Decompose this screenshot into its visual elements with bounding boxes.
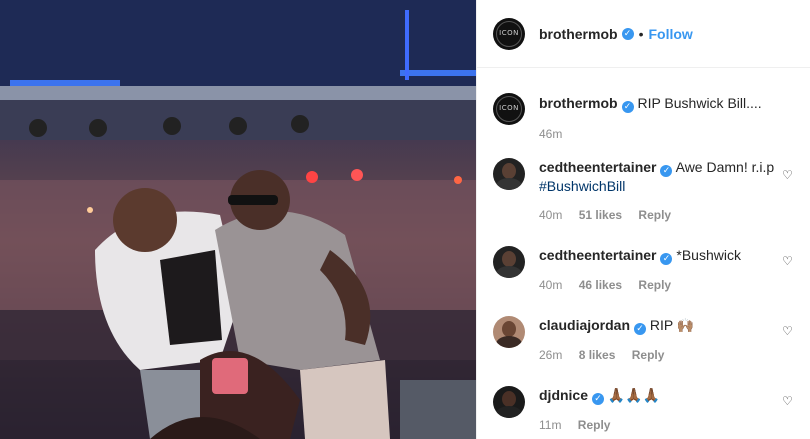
comment-username[interactable]: djdnice	[539, 387, 588, 403]
comment-text-line: cedtheentertainer ✓ *Bushwick	[539, 246, 794, 265]
author-avatar[interactable]: ICON	[493, 17, 525, 50]
avatar-body	[496, 266, 522, 278]
commenter-avatar[interactable]	[493, 316, 525, 348]
heart-outline-icon[interactable]: ♡	[782, 254, 794, 268]
avatar-mark: ICON	[499, 28, 519, 37]
concert-photo-illustration	[0, 0, 476, 439]
comment-text: 🙏🏾🙏🏾🙏🏾	[607, 387, 661, 403]
comment-body: djdnice ✓ 🙏🏾🙏🏾🙏🏾 11m Reply	[539, 386, 794, 432]
reply-button[interactable]: Reply	[578, 418, 611, 432]
comment-meta: 40m 51 likes Reply	[539, 208, 794, 222]
avatar-head	[502, 163, 516, 179]
comment-text-line: claudiajordan ✓ RIP 🙌🏽	[539, 316, 794, 335]
commenter-avatar[interactable]	[493, 158, 525, 190]
verified-badge-icon: ✓	[634, 323, 647, 335]
caption-text: RIP Bushwick Bill....	[637, 95, 762, 111]
comment-meta: 26m 8 likes Reply	[539, 348, 794, 362]
caption-text-line: brothermob ✓ RIP Bushwick Bill....	[539, 94, 794, 113]
heart-outline-icon[interactable]: ♡	[782, 324, 794, 338]
follow-button[interactable]: Follow	[648, 26, 692, 42]
commenter-avatar[interactable]	[493, 246, 525, 278]
verified-badge-icon: ✓	[660, 165, 673, 177]
comment-item: cedtheentertainer ✓ Awe Damn! r.i.p #Bush…	[493, 158, 794, 222]
avatar-body	[496, 178, 522, 190]
comment-body: cedtheentertainer ✓ *Bushwick 40m 46 like…	[539, 246, 794, 292]
comment-likes[interactable]: 8 likes	[579, 348, 616, 362]
caption-item: ICON brothermob ✓ RIP Bushwick Bill.... 4…	[493, 93, 794, 141]
avatar-body	[496, 406, 522, 418]
comment-likes[interactable]: 46 likes	[579, 278, 622, 292]
header-separator: •	[638, 25, 644, 42]
comment-item: cedtheentertainer ✓ *Bushwick 40m 46 like…	[493, 246, 794, 292]
post-side-panel: ICON brothermob ✓ • Follow ICON brotherm…	[476, 0, 810, 439]
comment-meta: 40m 46 likes Reply	[539, 278, 794, 292]
comment-time[interactable]: 11m	[539, 418, 561, 432]
comment-hashtag[interactable]: #BushwichBill	[539, 178, 625, 194]
comment-text: *Bushwick	[676, 247, 741, 263]
caption-meta: 46m	[539, 127, 794, 141]
author-username[interactable]: brothermob	[539, 26, 618, 42]
caption-body: brothermob ✓ RIP Bushwick Bill.... 46m	[539, 93, 794, 141]
comment-time[interactable]: 40m	[539, 278, 562, 292]
comment-item: claudiajordan ✓ RIP 🙌🏽 26m 8 likes Reply …	[493, 316, 794, 362]
reply-button[interactable]: Reply	[638, 208, 671, 222]
caption-username[interactable]: brothermob	[539, 95, 618, 111]
avatar-head	[502, 391, 516, 407]
comment-time[interactable]: 26m	[539, 348, 562, 362]
comment-username[interactable]: claudiajordan	[539, 317, 630, 333]
heart-outline-icon[interactable]: ♡	[782, 168, 794, 182]
avatar-head	[502, 321, 516, 337]
header-text: brothermob ✓ • Follow	[539, 26, 693, 42]
reply-button[interactable]: Reply	[632, 348, 665, 362]
verified-badge-icon: ✓	[621, 27, 634, 40]
comment-likes[interactable]: 51 likes	[579, 208, 622, 222]
comment-username[interactable]: cedtheentertainer	[539, 247, 656, 263]
commenter-avatar[interactable]	[493, 386, 525, 418]
verified-badge-icon: ✓	[592, 393, 605, 405]
post-photo[interactable]	[0, 0, 476, 439]
comment-username[interactable]: cedtheentertainer	[539, 159, 656, 175]
verified-badge-icon: ✓	[660, 253, 673, 265]
heart-outline-icon[interactable]: ♡	[782, 394, 794, 408]
comment-text-line: cedtheentertainer ✓ Awe Damn! r.i.p #Bush…	[539, 158, 794, 195]
caption-time[interactable]: 46m	[539, 127, 562, 141]
comment-item: djdnice ✓ 🙏🏾🙏🏾🙏🏾 11m Reply ♡	[493, 386, 794, 432]
comment-text: Awe Damn! r.i.p	[675, 159, 775, 175]
comment-body: cedtheentertainer ✓ Awe Damn! r.i.p #Bush…	[539, 158, 794, 222]
reply-button[interactable]: Reply	[638, 278, 671, 292]
avatar-body	[496, 336, 522, 348]
comment-text: RIP 🙌🏽	[649, 317, 695, 333]
caption-avatar[interactable]: ICON	[493, 93, 525, 125]
comment-time[interactable]: 40m	[539, 208, 562, 222]
comment-meta: 11m Reply	[539, 418, 794, 432]
verified-badge-icon: ✓	[621, 101, 634, 113]
comment-text-line: djdnice ✓ 🙏🏾🙏🏾🙏🏾	[539, 386, 794, 405]
avatar-mark: ICON	[499, 104, 519, 112]
avatar-head	[502, 251, 516, 267]
comment-body: claudiajordan ✓ RIP 🙌🏽 26m 8 likes Reply	[539, 316, 794, 362]
post-header: ICON brothermob ✓ • Follow	[477, 0, 810, 68]
